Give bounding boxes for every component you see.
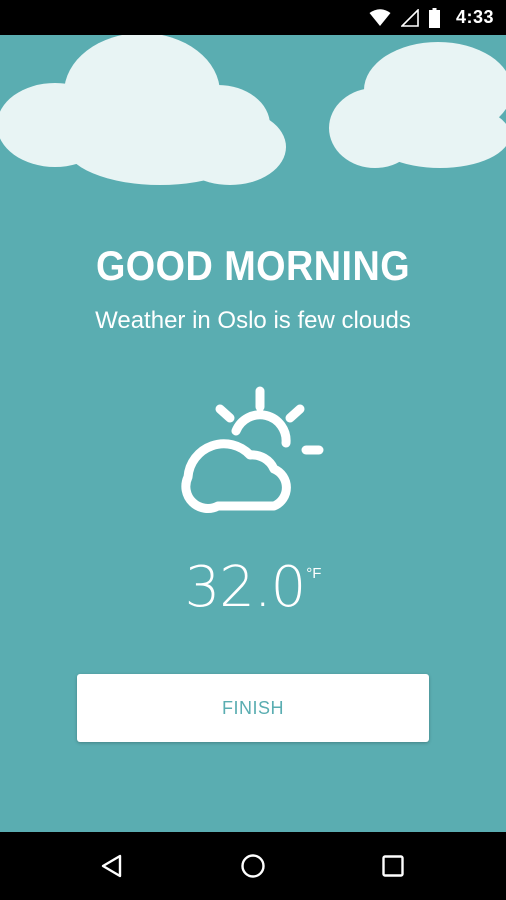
cell-signal-icon xyxy=(400,8,419,27)
partly-cloudy-icon xyxy=(181,386,324,513)
status-time: 4:33 xyxy=(455,7,494,27)
back-icon xyxy=(101,854,122,878)
finish-button-label: FINISH xyxy=(221,697,284,718)
finish-button[interactable]: FINISH xyxy=(77,674,429,742)
battery-icon xyxy=(428,7,440,28)
home-button[interactable] xyxy=(233,846,273,886)
greeting-title: GOOD MORNING xyxy=(95,242,411,289)
status-icons: 4:33 xyxy=(369,0,494,35)
recents-icon xyxy=(382,855,404,877)
status-bar: 4:33 xyxy=(0,0,506,35)
app-screen: 4:33 GOOD MORNING Weather in Oslo is few… xyxy=(0,0,506,900)
home-icon xyxy=(241,854,265,878)
temperature-unit: °F xyxy=(306,565,322,582)
temperature-display: 32.0°F xyxy=(0,555,506,620)
temperature-value: 32.0 xyxy=(184,555,307,620)
back-button[interactable] xyxy=(92,846,132,886)
weather-description: Weather in Oslo is few clouds xyxy=(95,307,411,334)
navigation-bar xyxy=(0,832,506,900)
recents-button[interactable] xyxy=(373,846,413,886)
background-clouds xyxy=(0,35,506,185)
wifi-icon xyxy=(369,8,391,26)
main-content: GOOD MORNING Weather in Oslo is few clou… xyxy=(0,35,506,832)
